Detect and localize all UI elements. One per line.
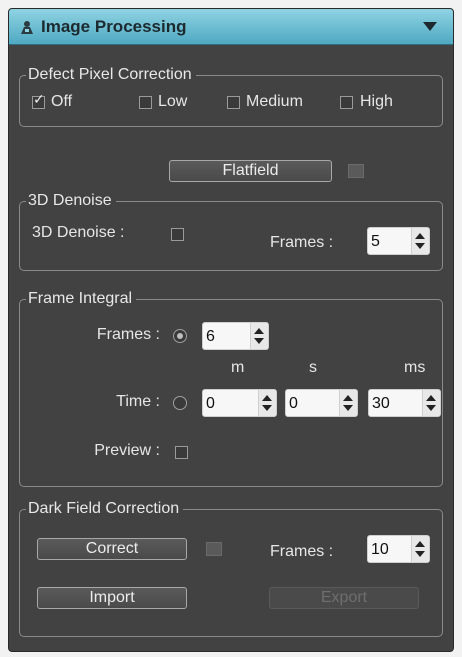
fi-preview-checkbox[interactable]: [175, 446, 188, 459]
denoise-frames-spinbox[interactable]: 5: [367, 227, 430, 255]
defect-medium-label: Medium: [246, 93, 303, 110]
spin-arrows[interactable]: [258, 390, 276, 416]
spin-up-icon[interactable]: [426, 395, 436, 401]
spin-down-icon[interactable]: [254, 338, 264, 344]
defect-medium-checkbox[interactable]: [227, 96, 240, 109]
defect-pixel-group: Defect Pixel Correction Off Low Medium H…: [19, 66, 443, 127]
defect-off-label: Off: [51, 93, 73, 110]
spin-arrows[interactable]: [411, 536, 429, 562]
fi-time-label: Time :: [116, 393, 160, 410]
frame-integral-legend: Frame Integral: [26, 290, 137, 308]
denoise-label: 3D Denoise :: [32, 224, 125, 241]
dark-correct-button[interactable]: Correct: [37, 538, 187, 560]
unit-ms-label: ms: [404, 359, 426, 376]
spin-arrows[interactable]: [250, 323, 268, 349]
image-processing-panel: Image Processing Defect Pixel Correction…: [8, 8, 454, 652]
dark-export-button: Export: [269, 587, 419, 609]
spin-down-icon[interactable]: [415, 551, 425, 557]
spin-down-icon[interactable]: [415, 243, 425, 249]
fi-time-m-value[interactable]: 0: [206, 395, 215, 413]
unit-s-label: s: [309, 359, 317, 376]
dark-field-legend: Dark Field Correction: [26, 500, 184, 518]
dark-correct-checkbox[interactable]: [206, 542, 222, 556]
triangle-down-icon[interactable]: [423, 22, 437, 31]
dark-field-group: Dark Field Correction Correct Frames : 1…: [19, 500, 443, 637]
fi-frames-label: Frames :: [96, 326, 160, 343]
spin-up-icon[interactable]: [254, 328, 264, 334]
fi-frames-radio[interactable]: [173, 329, 187, 343]
spin-arrows[interactable]: [422, 390, 440, 416]
unit-m-label: m: [231, 359, 245, 376]
dark-frames-label: Frames :: [270, 543, 334, 560]
defect-low-label: Low: [158, 93, 188, 110]
spin-arrows[interactable]: [411, 228, 429, 254]
fi-frames-value[interactable]: 6: [206, 328, 215, 346]
fi-time-ms-spinbox[interactable]: 30: [368, 389, 441, 417]
panel-header[interactable]: Image Processing: [9, 9, 453, 45]
defect-off-checkbox[interactable]: [32, 92, 45, 109]
fi-time-m-spinbox[interactable]: 0: [202, 389, 277, 417]
defect-low-checkbox[interactable]: [139, 96, 152, 109]
fi-preview-label: Preview :: [94, 442, 160, 459]
spin-down-icon[interactable]: [262, 405, 272, 411]
denoise-frames-value[interactable]: 5: [371, 233, 380, 251]
denoise-legend: 3D Denoise: [26, 192, 116, 210]
defect-high-checkbox[interactable]: [340, 96, 353, 109]
spin-up-icon[interactable]: [343, 395, 353, 401]
denoise-group: 3D Denoise 3D Denoise : Frames : 5: [19, 192, 443, 271]
fi-frames-spinbox[interactable]: 6: [202, 322, 269, 350]
spin-up-icon[interactable]: [262, 395, 272, 401]
fi-time-radio[interactable]: [173, 396, 187, 410]
dark-frames-spinbox[interactable]: 10: [367, 535, 430, 563]
spin-up-icon[interactable]: [415, 541, 425, 547]
denoise-frames-label: Frames :: [270, 234, 334, 251]
spin-arrows[interactable]: [339, 390, 357, 416]
panel-title: Image Processing: [41, 17, 187, 36]
spin-down-icon[interactable]: [343, 405, 353, 411]
fi-time-s-spinbox[interactable]: 0: [285, 389, 358, 417]
frame-integral-group: Frame Integral Frames : 6 m s ms Time : …: [19, 290, 443, 487]
flatfield-button[interactable]: Flatfield: [169, 160, 332, 182]
fi-time-ms-value[interactable]: 30: [372, 395, 390, 413]
spin-down-icon[interactable]: [426, 405, 436, 411]
flatfield-checkbox[interactable]: [348, 164, 364, 178]
spin-up-icon[interactable]: [415, 233, 425, 239]
dark-import-button[interactable]: Import: [37, 587, 187, 609]
denoise-checkbox[interactable]: [171, 228, 184, 241]
defect-high-label: High: [360, 93, 393, 110]
dark-frames-value[interactable]: 10: [371, 541, 389, 559]
fi-time-s-value[interactable]: 0: [289, 395, 298, 413]
defect-pixel-legend: Defect Pixel Correction: [26, 66, 196, 84]
app-logo-icon: [21, 21, 33, 34]
